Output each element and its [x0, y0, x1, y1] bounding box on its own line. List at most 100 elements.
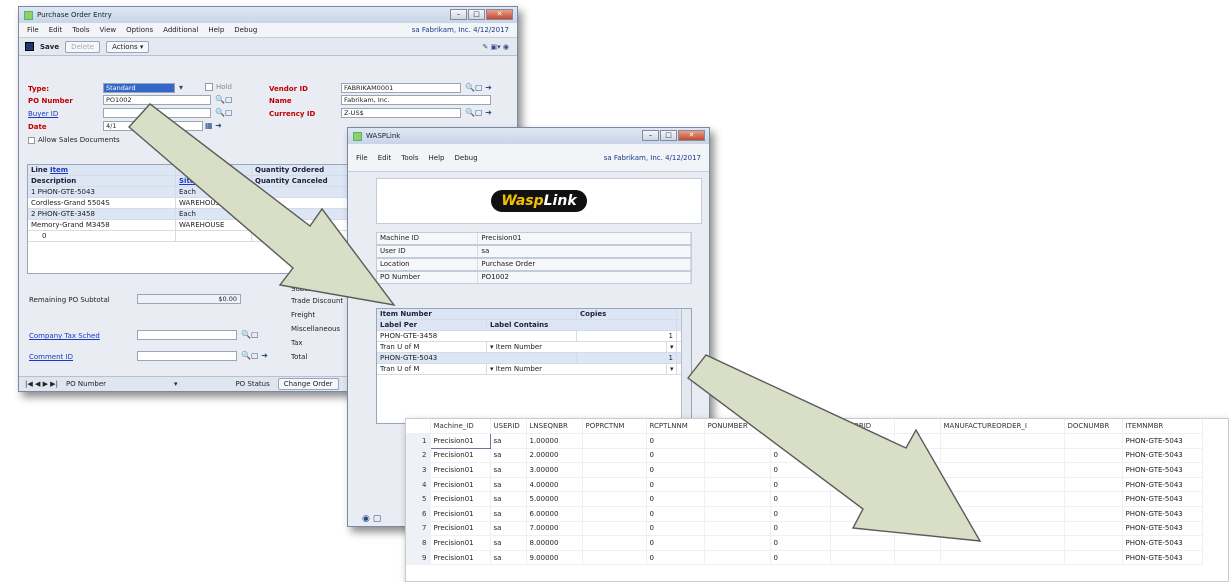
- delete-button[interactable]: Delete: [65, 40, 101, 53]
- location-select[interactable]: Purchase Order: [478, 259, 691, 270]
- lookup-icon[interactable]: 🔍▢: [215, 108, 233, 118]
- userid-cell[interactable]: sa: [490, 535, 527, 551]
- vendorid-cell[interactable]: [830, 535, 895, 551]
- blank-cell[interactable]: [894, 521, 941, 537]
- po-number-field[interactable]: PO1002: [103, 95, 211, 105]
- rcptlnnm-cell[interactable]: 0: [646, 433, 705, 449]
- lnseqnbr-cell[interactable]: 7.00000: [526, 521, 583, 537]
- menu-tools[interactable]: Tools: [401, 154, 418, 162]
- minimize-button[interactable]: –: [450, 9, 467, 20]
- itemnmbr-cell[interactable]: PHON-GTE-5043: [1122, 550, 1203, 566]
- chevron-down-icon[interactable]: ▾: [667, 364, 677, 374]
- menu-file[interactable]: File: [27, 26, 39, 34]
- machine-id-cell[interactable]: Precision01: [430, 521, 491, 537]
- table-row[interactable]: Memory-Grand M3458 WAREHOUSE: [28, 220, 356, 231]
- table-cell[interactable]: PHON-GTE-5043: [377, 353, 577, 363]
- ponumber-cell[interactable]: [704, 477, 771, 493]
- vendorid-cell[interactable]: [830, 550, 895, 566]
- table-row[interactable]: 1 PHON-GTE-5043 Each: [28, 187, 356, 198]
- menu-debug[interactable]: Debug: [455, 154, 478, 162]
- docnumbr-cell[interactable]: [1064, 550, 1123, 566]
- menu-view[interactable]: View: [100, 26, 117, 34]
- grid-scrollbar[interactable]: [681, 309, 691, 423]
- table-row[interactable]: Tran U of M ▾ Item Number ▾: [377, 364, 691, 375]
- vendor-name-field[interactable]: Fabrikam, Inc.: [341, 95, 491, 105]
- manufactureorder-cell[interactable]: [940, 550, 1065, 566]
- blank-cell[interactable]: [894, 477, 941, 493]
- blank-cell[interactable]: 0: [770, 506, 831, 522]
- results-row[interactable]: 5 Precision01 sa 5.00000 0 0 PHON-GTE-5043: [406, 491, 1203, 508]
- table-cell[interactable]: 1: [577, 353, 677, 363]
- table-cell[interactable]: WAREHOUSE: [176, 198, 252, 208]
- itemnmbr-cell[interactable]: PHON-GTE-5043: [1122, 535, 1203, 551]
- blank-cell[interactable]: 0: [770, 462, 831, 478]
- manufactureorder-cell[interactable]: [940, 535, 1065, 551]
- ponumber-cell[interactable]: [704, 521, 771, 537]
- poprctnm-cell[interactable]: [582, 491, 647, 508]
- ponumber-cell[interactable]: [704, 448, 771, 464]
- userid-cell[interactable]: sa: [490, 521, 527, 537]
- table-cell[interactable]: [252, 187, 352, 197]
- docnumbr-cell[interactable]: [1064, 535, 1123, 551]
- results-row[interactable]: 3 Precision01 sa 3.00000 0 0 PHON-GTE-5043: [406, 462, 1203, 478]
- lnseqnbr-cell[interactable]: 3.00000: [526, 462, 583, 478]
- chevron-down-icon[interactable]: ▾: [667, 342, 677, 352]
- menu-edit[interactable]: Edit: [378, 154, 392, 162]
- hold-checkbox[interactable]: [205, 83, 213, 91]
- table-row[interactable]: 2 PHON-GTE-3458 Each: [28, 209, 356, 220]
- date-field[interactable]: 4/1: [103, 121, 203, 131]
- manufactureorder-cell[interactable]: [940, 491, 1065, 508]
- blank-cell[interactable]: 0: [770, 521, 831, 537]
- itemnmbr-cell[interactable]: PHON-GTE-5043: [1122, 433, 1203, 449]
- help-icon[interactable]: ✎ ▣▾ ◉: [482, 43, 509, 51]
- table-row[interactable]: PHON-GTE-5043 1: [377, 353, 691, 364]
- sort-by-select[interactable]: PO Number: [66, 380, 166, 388]
- table-cell[interactable]: Memory-Grand M3458: [28, 220, 176, 230]
- save-button[interactable]: Save: [40, 43, 59, 51]
- results-row[interactable]: 1 Precision01 sa 1.00000 0 0 PHON-GTE-5043: [406, 433, 1203, 449]
- itemnmbr-cell[interactable]: PHON-GTE-5043: [1122, 491, 1203, 508]
- table-row[interactable]: Cordless-Grand 5504S WAREHOUSE: [28, 198, 356, 209]
- machine-id-cell[interactable]: Precision01: [430, 506, 491, 522]
- type-select[interactable]: Standard: [103, 83, 175, 93]
- menu-file[interactable]: File: [356, 154, 368, 162]
- manufactureorder-cell[interactable]: [940, 462, 1065, 478]
- docnumbr-cell[interactable]: [1064, 477, 1123, 493]
- blank-cell[interactable]: [894, 462, 941, 478]
- lnseqnbr-cell[interactable]: 2.00000: [526, 448, 583, 464]
- company-tax-field[interactable]: [137, 330, 237, 340]
- lnseqnbr-cell[interactable]: 5.00000: [526, 491, 583, 508]
- blank-cell[interactable]: 0: [770, 433, 831, 449]
- docnumbr-cell[interactable]: [1064, 462, 1123, 478]
- results-row[interactable]: 8 Precision01 sa 8.00000 0 0 PHON-GTE-5043: [406, 535, 1203, 551]
- maximize-button[interactable]: □: [660, 130, 677, 141]
- userid-cell[interactable]: sa: [490, 477, 527, 493]
- close-button[interactable]: ✕: [486, 9, 513, 20]
- machine-id-cell[interactable]: Precision01: [430, 550, 491, 566]
- results-row[interactable]: 9 Precision01 sa 9.00000 0 0 PHON-GTE-5043: [406, 550, 1203, 566]
- help-icon[interactable]: ◉ ▢: [362, 514, 381, 524]
- manufactureorder-cell[interactable]: [940, 433, 1065, 449]
- blank-cell[interactable]: [894, 535, 941, 551]
- itemnmbr-cell[interactable]: PHON-GTE-5043: [1122, 521, 1203, 537]
- table-row[interactable]: 0: [28, 231, 356, 242]
- menu-additional[interactable]: Additional: [163, 26, 198, 34]
- menu-options[interactable]: Options: [126, 26, 153, 34]
- company-tax-label[interactable]: Company Tax Sched: [29, 332, 100, 340]
- vendor-id-field[interactable]: FABRIKAM0001: [341, 83, 461, 93]
- table-row[interactable]: PHON-GTE-3458 1: [377, 331, 691, 342]
- blank-cell[interactable]: [894, 448, 941, 464]
- blank-cell[interactable]: [894, 506, 941, 522]
- blank-cell[interactable]: [894, 491, 941, 508]
- poprctnm-cell[interactable]: [582, 477, 647, 493]
- lookup-icon[interactable]: 🔍▢ ➜: [241, 351, 268, 361]
- change-order-button[interactable]: Change Order: [277, 378, 339, 390]
- table-row[interactable]: Tran U of M ▾ Item Number ▾: [377, 342, 691, 353]
- docnumbr-cell[interactable]: [1064, 491, 1123, 508]
- rcptlnnm-cell[interactable]: 0: [646, 506, 705, 522]
- manufactureorder-cell[interactable]: [940, 506, 1065, 522]
- blank-cell[interactable]: 0: [770, 535, 831, 551]
- rcptlnnm-cell[interactable]: 0: [646, 535, 705, 551]
- machine-id-cell[interactable]: Precision01: [430, 535, 491, 551]
- menu-tools[interactable]: Tools: [72, 26, 89, 34]
